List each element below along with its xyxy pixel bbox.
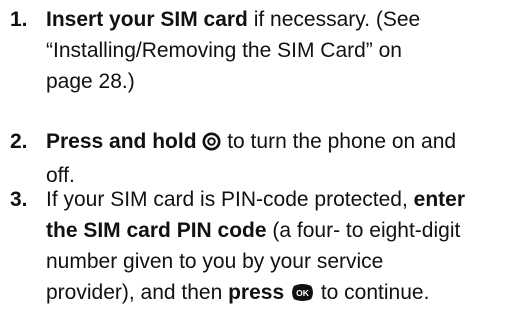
body-text: to turn the phone on and	[221, 130, 457, 153]
step-text: Insert your SIM card if necessary. (See “…	[46, 4, 521, 97]
bold-text: press	[228, 281, 290, 304]
power-key-icon	[202, 129, 221, 160]
step-line: the SIM card PIN code (a four- to eight-…	[46, 215, 521, 246]
step-line: Insert your SIM card if necessary. (See	[46, 4, 521, 35]
step-line: “Installing/Removing the SIM Card” on	[46, 35, 521, 66]
step-number: 3.	[10, 188, 28, 211]
step-line: If your SIM card is PIN-code protected, …	[46, 184, 521, 215]
step-text: Press and hold to turn the phone on and o…	[46, 126, 521, 191]
bold-text: Press and hold	[46, 130, 203, 153]
body-text: if necessary. (See	[247, 8, 421, 31]
ok-key-icon: OK	[290, 280, 315, 311]
svg-text:OK: OK	[296, 288, 310, 298]
bold-text: Insert your SIM card	[46, 8, 248, 31]
body-text: (a four- to eight-digit	[266, 219, 461, 242]
step-line: provider), and then press OK to continue…	[46, 277, 521, 311]
step-line: Press and hold to turn the phone on and	[46, 126, 521, 160]
body-text: provider), and then	[46, 281, 229, 304]
body-text: “Installing/Removing the SIM Card” on	[46, 39, 402, 62]
body-text: number given to you by your service	[46, 250, 384, 273]
body-text: page 28.)	[46, 70, 135, 93]
body-text: to continue.	[314, 281, 430, 304]
bold-text: enter	[413, 188, 466, 211]
step-number: 1.	[10, 8, 28, 31]
body-text: If your SIM card is PIN-code protected,	[46, 188, 414, 211]
step-number: 2.	[10, 130, 28, 153]
bold-text: the SIM card PIN code	[46, 219, 267, 242]
step-text: If your SIM card is PIN-code protected, …	[46, 184, 521, 311]
step-line: page 28.)	[46, 66, 521, 97]
step-line: number given to you by your service	[46, 246, 521, 277]
